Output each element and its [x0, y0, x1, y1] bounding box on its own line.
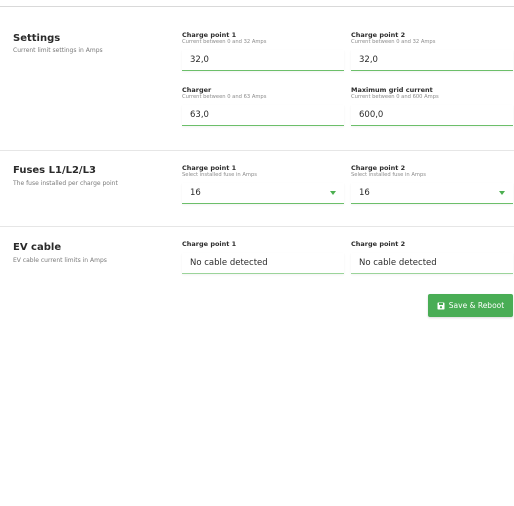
chevron-down-icon — [330, 191, 336, 195]
select-value: 16 — [190, 188, 201, 198]
ev-cable-charge-point-1-field: Charge point 1 No cable detected — [182, 240, 344, 274]
field-label: Charge point 2 — [351, 31, 406, 39]
ev-cable-charge-point-1-value: No cable detected — [182, 253, 344, 274]
settings-section-description: Current limit settings in Amps — [13, 47, 103, 54]
select-value: 16 — [359, 188, 370, 198]
field-help-text: Select installed fuse in Amps — [351, 172, 426, 178]
field-label: Charge point 2 — [351, 164, 406, 172]
settings-charge-point-1-field: Charge point 1 Current between 0 and 32 … — [182, 31, 344, 71]
fuses-section-description: The fuse installed per charge point — [13, 180, 118, 187]
section-divider — [0, 150, 514, 151]
fuse-charge-point-1-select[interactable]: 16 — [182, 183, 344, 204]
save-button-label: Save & Reboot — [448, 301, 505, 310]
field-help-text: Current between 0 and 600 Amps — [351, 94, 439, 100]
fuses-charge-point-1-field: Charge point 1 Select installed fuse in … — [182, 164, 344, 204]
field-help-text: Current between 0 and 32 Amps — [351, 39, 436, 45]
field-label: Charger — [182, 86, 212, 94]
settings-section-title: Settings — [13, 33, 61, 44]
settings-charge-point-2-field: Charge point 2 Current between 0 and 32 … — [351, 31, 513, 71]
chevron-down-icon — [499, 191, 505, 195]
fuses-charge-point-2-field: Charge point 2 Select installed fuse in … — [351, 164, 513, 204]
save-and-reboot-button[interactable]: Save & Reboot — [428, 294, 513, 317]
floppy-disk-icon — [437, 302, 445, 309]
max-grid-current-input[interactable]: 600,0 — [351, 105, 513, 126]
ev-cable-charge-point-2-value: No cable detected — [351, 253, 513, 274]
fuses-section-title: Fuses L1/L2/L3 — [13, 165, 96, 176]
settings-max-grid-current-field: Maximum grid current Current between 0 a… — [351, 86, 513, 126]
field-label: Charge point 1 — [182, 240, 237, 248]
section-divider — [0, 226, 514, 227]
charge-point-2-current-input[interactable]: 32,0 — [351, 50, 513, 71]
settings-charger-field: Charger Current between 0 and 63 Amps 63… — [182, 86, 344, 126]
field-label: Charge point 2 — [351, 240, 406, 248]
ev-cable-section-description: EV cable current limits in Amps — [13, 257, 107, 264]
field-label: Charge point 1 — [182, 31, 237, 39]
ev-cable-section-title: EV cable — [13, 242, 62, 253]
field-help-text: Current between 0 and 32 Amps — [182, 39, 267, 45]
top-divider — [0, 6, 514, 7]
field-label: Charge point 1 — [182, 164, 237, 172]
ev-cable-charge-point-2-field: Charge point 2 No cable detected — [351, 240, 513, 274]
field-help-text: Current between 0 and 63 Amps — [182, 94, 267, 100]
charge-point-1-current-input[interactable]: 32,0 — [182, 50, 344, 71]
field-help-text: Select installed fuse in Amps — [182, 172, 257, 178]
charger-current-input[interactable]: 63,0 — [182, 105, 344, 126]
field-label: Maximum grid current — [351, 86, 433, 94]
fuse-charge-point-2-select[interactable]: 16 — [351, 183, 513, 204]
